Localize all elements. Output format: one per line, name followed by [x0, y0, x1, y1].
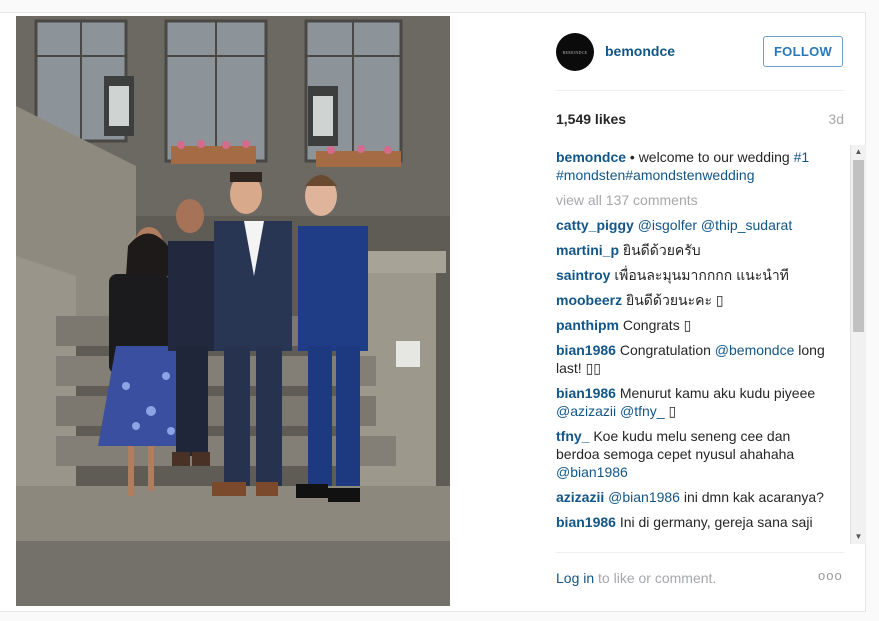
comment-mention[interactable]: @bian1986: [556, 464, 628, 480]
post-photo[interactable]: [16, 16, 450, 606]
divider: [556, 552, 844, 553]
more-options-icon[interactable]: ooo: [818, 568, 843, 583]
avatar-logo-text: BEMONDCE: [562, 49, 588, 55]
comment-username[interactable]: martini_p: [556, 242, 619, 258]
comment-text: ยินดีด้วยนะคะ ▯: [622, 292, 724, 308]
comment-username[interactable]: catty_piggy: [556, 217, 634, 233]
post-sidebar: BEMONDCE bemondce FOLLOW 1,549 likes 3d …: [556, 12, 866, 612]
caption-text: • welcome to our wedding: [626, 149, 794, 165]
comment-text: Congratulation: [615, 342, 715, 358]
comment-username[interactable]: tfny_: [556, 428, 589, 444]
username-link[interactable]: bemondce: [605, 43, 675, 59]
likes-count[interactable]: 1,549 likes: [556, 111, 626, 127]
avatar[interactable]: BEMONDCE: [556, 33, 594, 71]
comment-item: saintroy เพื่อนละมุนมากกกก แนะนำที: [556, 266, 828, 284]
comment-text: Congrats ▯: [619, 317, 692, 333]
comment-mention[interactable]: @bemondce: [715, 342, 795, 358]
comment-item: bian1986 Ini di germany, gereja sana saj…: [556, 513, 828, 531]
login-prompt: Log in to like or comment.: [556, 570, 716, 586]
comment-username[interactable]: bian1986: [556, 514, 616, 530]
follow-button[interactable]: FOLLOW: [763, 36, 843, 67]
comment-mention[interactable]: @isgolfer @thip_sudarat: [638, 217, 793, 233]
comment-item: panthipm Congrats ▯: [556, 316, 828, 334]
comment-item: azizazii @bian1986 ini dmn kak acaranya?: [556, 488, 828, 506]
comment-text: Menurut kamu aku kudu piyeee: [615, 385, 816, 401]
caption: bemondce • welcome to our wedding #1 #mo…: [556, 148, 828, 184]
comment-text: ยินดีด้วยครับ: [619, 242, 701, 258]
comment-text: Ini di germany, gereja sana saji: [615, 514, 813, 530]
comment-item: martini_p ยินดีด้วยครับ: [556, 241, 828, 259]
comment-item: bian1986 Congratulation @bemondce long l…: [556, 341, 828, 377]
post-header: BEMONDCE bemondce FOLLOW: [556, 30, 844, 74]
comment-text: Koe kudu melu seneng cee dan berdoa semo…: [556, 428, 795, 462]
scroll-up-arrow-icon[interactable]: ▲: [851, 145, 866, 159]
comment-item: catty_piggy @isgolfer @thip_sudarat: [556, 216, 828, 234]
post-age[interactable]: 3d: [828, 111, 844, 127]
comment-mention[interactable]: @bian1986: [608, 489, 680, 505]
comment-text-tail: ▯: [664, 403, 677, 419]
comment-username[interactable]: saintroy: [556, 267, 610, 283]
comments-list[interactable]: bemondce • welcome to our wedding #1 #mo…: [556, 148, 828, 544]
login-prompt-text: to like or comment.: [594, 570, 717, 586]
view-all-comments-link[interactable]: view all 137 comments: [556, 191, 828, 209]
comment-username[interactable]: panthipm: [556, 317, 619, 333]
comment-username[interactable]: bian1986: [556, 385, 616, 401]
comment-username[interactable]: bian1986: [556, 342, 616, 358]
scroll-down-arrow-icon[interactable]: ▼: [851, 530, 866, 544]
comment-text-tail: ini dmn kak acaranya?: [679, 489, 824, 505]
comment-mention[interactable]: @azizazii @tfny_: [556, 403, 665, 419]
comment-username[interactable]: azizazii: [556, 489, 604, 505]
comment-item: tfny_ Koe kudu melu seneng cee dan berdo…: [556, 427, 828, 481]
comment-username[interactable]: moobeerz: [556, 292, 622, 308]
scrollbar-thumb[interactable]: [853, 160, 864, 332]
divider: [556, 90, 844, 91]
comments-scrollbar[interactable]: ▲ ▼: [850, 145, 866, 544]
comment-text: เพื่อนละมุนมากกกก แนะนำที: [610, 267, 789, 283]
login-link[interactable]: Log in: [556, 570, 594, 586]
caption-username[interactable]: bemondce: [556, 149, 626, 165]
comment-item: moobeerz ยินดีด้วยนะคะ ▯: [556, 291, 828, 309]
comment-item: bian1986 Menurut kamu aku kudu piyeee @a…: [556, 384, 828, 420]
